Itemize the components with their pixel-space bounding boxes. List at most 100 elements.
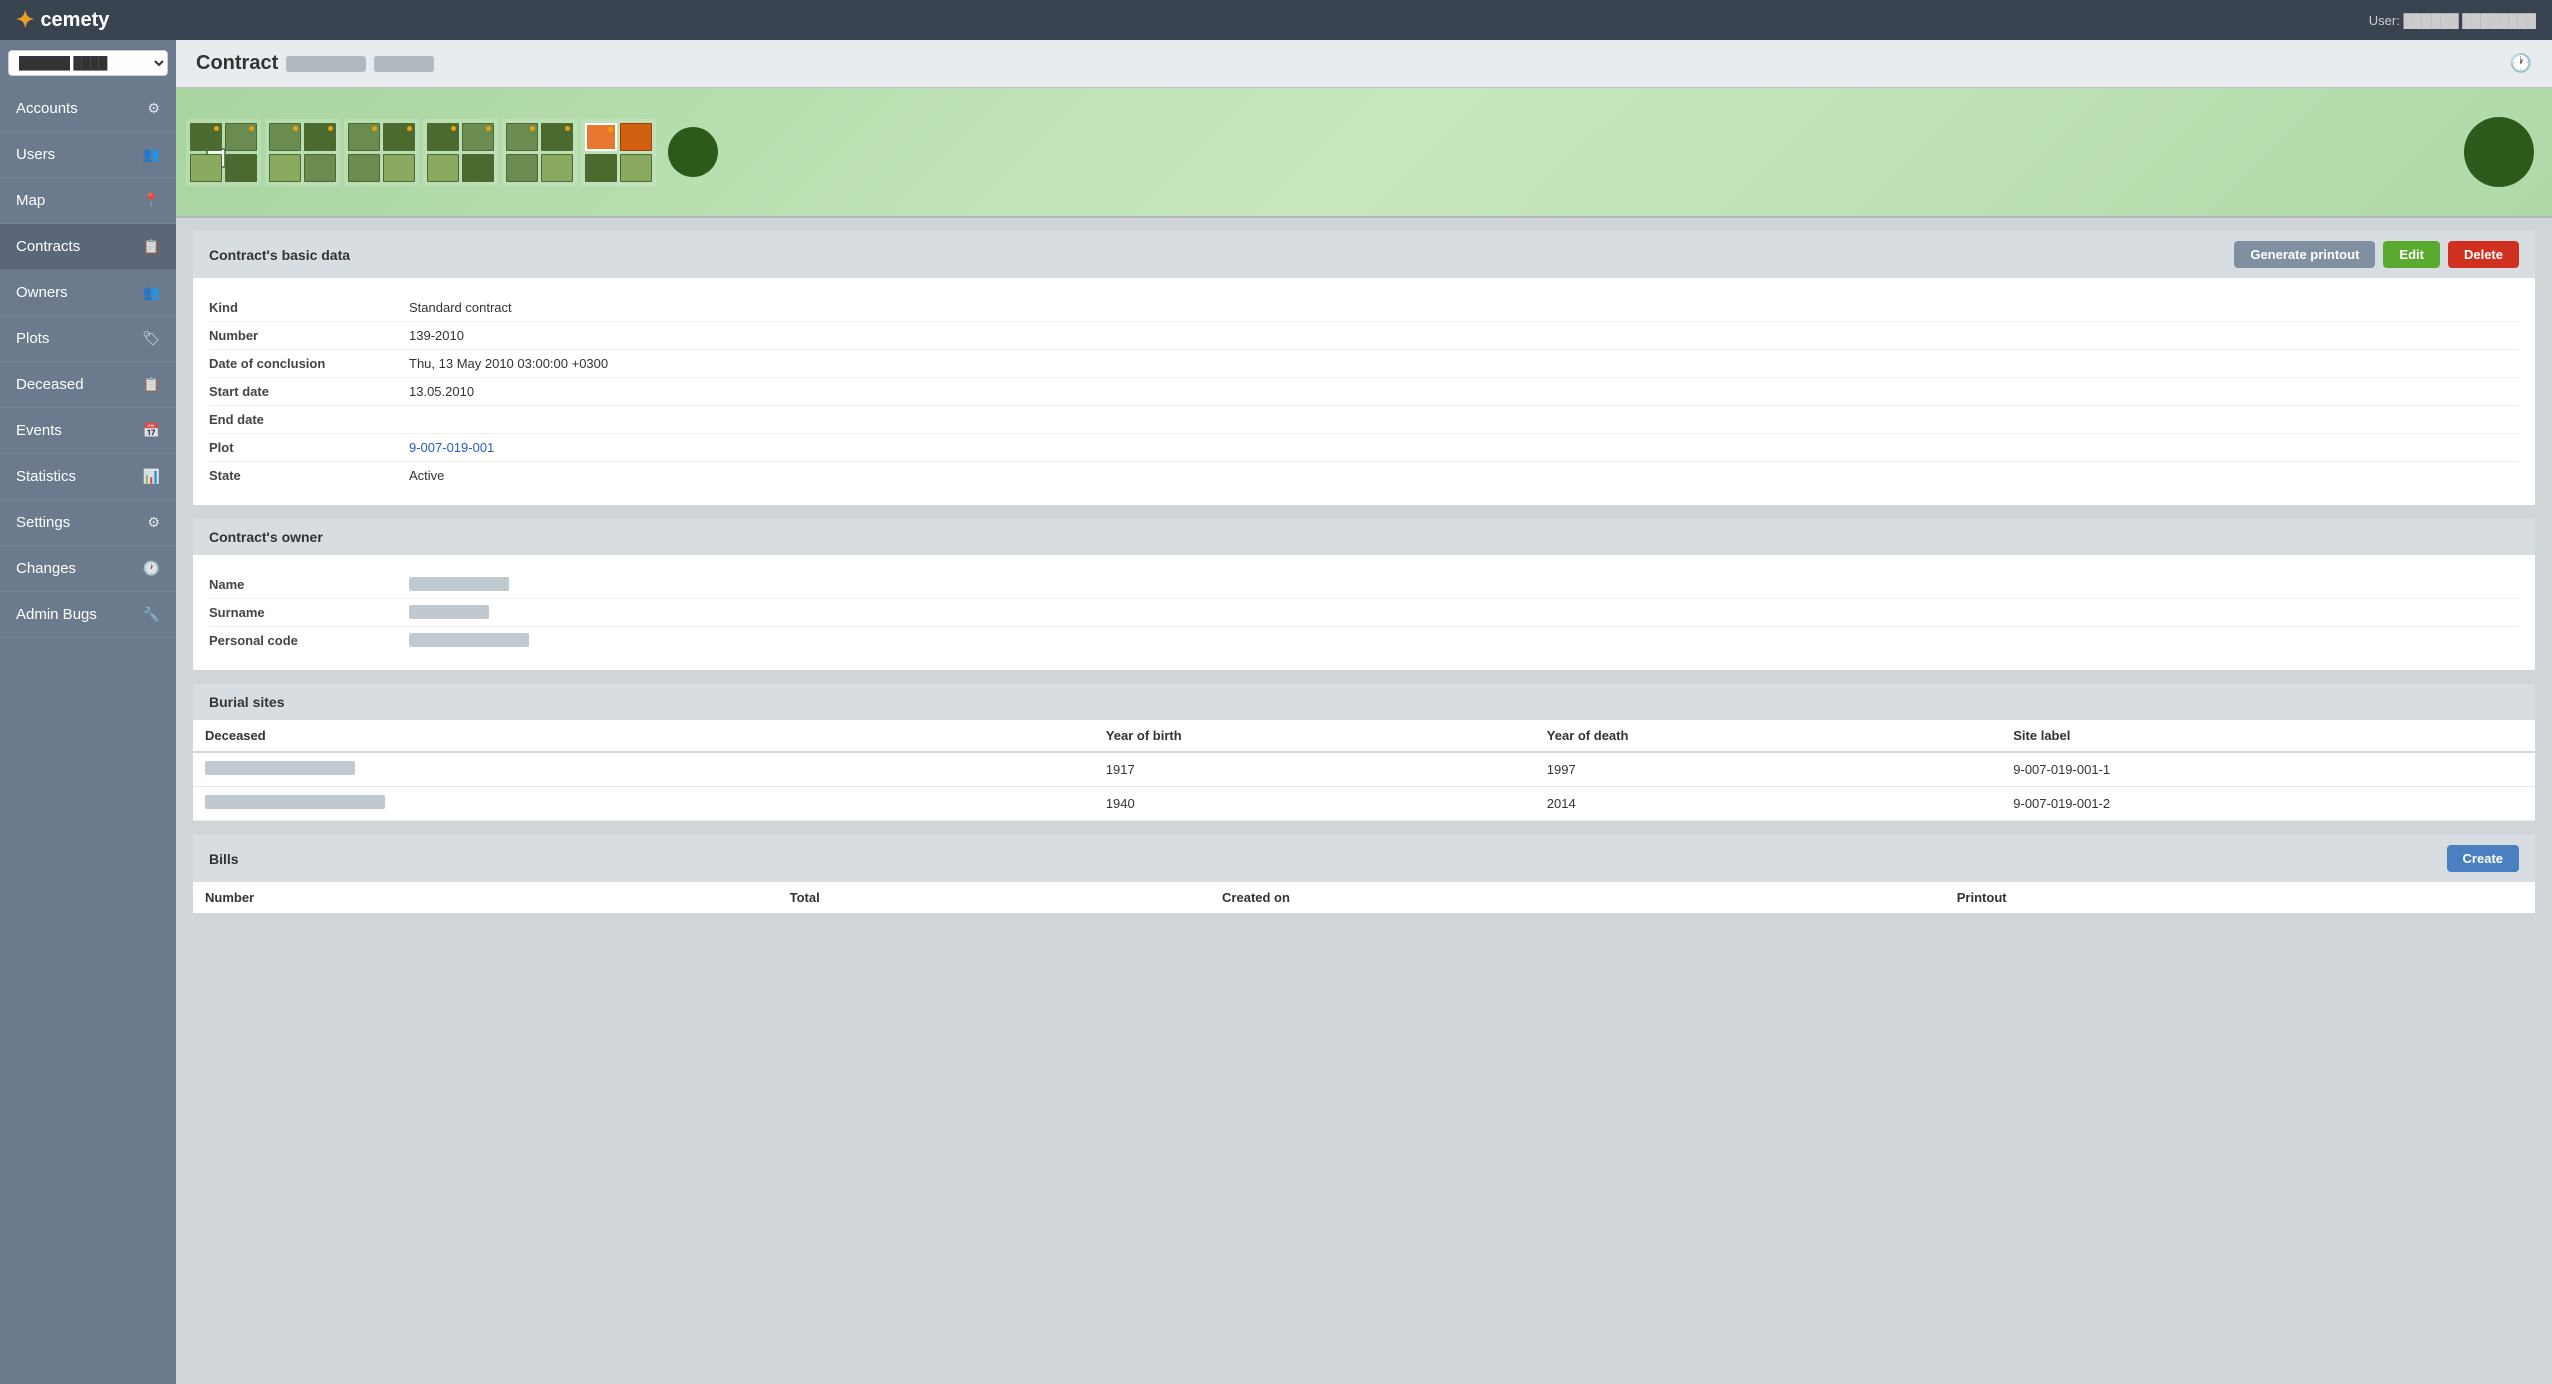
settings-icon: ⚙ (147, 514, 160, 531)
col-bill-printout: Printout (1945, 882, 2535, 914)
bills-table: Number Total Created on Printout (193, 882, 2535, 915)
sidebar-label-users: Users (16, 146, 55, 163)
bills-card: Bills Create Number Total Created on Pri… (192, 834, 2536, 916)
tree-shape-2 (2464, 117, 2534, 187)
page-title-text: Contract (196, 52, 278, 75)
logo: ✦ cemety (16, 7, 109, 33)
field-date-conclusion: Date of conclusion Thu, 13 May 2010 03:0… (209, 350, 2519, 378)
account-selector[interactable]: ██████ ████ (8, 50, 168, 76)
sidebar-item-accounts[interactable]: Accounts ⚙ (0, 86, 176, 132)
burial-sites-card: Burial sites Deceased Year of birth Year… (192, 683, 2536, 822)
clock-icon[interactable]: 🕐 (2510, 53, 2532, 74)
field-end-date: End date (209, 406, 2519, 434)
contract-owner-body: Name Surname Personal code (193, 555, 2535, 670)
plot-cell (190, 154, 222, 182)
user-label: User: (2369, 13, 2400, 28)
sidebar-item-map[interactable]: Map 📍 (0, 178, 176, 224)
sidebar-item-statistics[interactable]: Statistics 📊 (0, 454, 176, 500)
tree-shape-1 (668, 127, 718, 177)
content-area: Contract 🕐 (176, 40, 2552, 1384)
map-strip (176, 88, 2552, 218)
plot-cell-selected (585, 123, 617, 151)
sidebar-item-contracts[interactable]: Contracts 📋 (0, 224, 176, 270)
burial-sites-table: Deceased Year of birth Year of death Sit… (193, 720, 2535, 821)
sidebar-label-map: Map (16, 192, 45, 209)
generate-printout-button[interactable]: Generate printout (2234, 241, 2375, 268)
changes-icon: 🕐 (143, 560, 160, 577)
burial-sites-body: Deceased Year of birth Year of death Sit… (193, 720, 2535, 821)
field-plot: Plot 9-007-019-001 (209, 434, 2519, 462)
edit-button[interactable]: Edit (2383, 241, 2440, 268)
sidebar-item-users[interactable]: Users 👥 (0, 132, 176, 178)
sidebar-item-plots[interactable]: Plots 🏷 (0, 316, 176, 362)
sidebar-item-changes[interactable]: Changes 🕐 (0, 546, 176, 592)
user-info: User: ██████ ████████ (2369, 13, 2536, 28)
contract-owner-table: Name Surname Personal code (209, 571, 2519, 654)
col-bill-total: Total (778, 882, 1210, 914)
field-kind: Kind Standard contract (209, 294, 2519, 322)
sidebar-label-statistics: Statistics (16, 468, 76, 485)
cell-year-birth-1: 1917 (1094, 752, 1535, 787)
sidebar-label-deceased: Deceased (16, 376, 84, 393)
cell-year-death-2: 2014 (1535, 787, 2001, 821)
contract-basic-table: Kind Standard contract Number 139-2010 D… (209, 294, 2519, 489)
events-icon: 📅 (143, 422, 160, 439)
bills-header-actions: Create (2447, 845, 2519, 872)
bills-header: Bills Create (193, 835, 2535, 882)
sidebar-item-settings[interactable]: Settings ⚙ (0, 500, 176, 546)
sidebar-label-accounts: Accounts (16, 100, 78, 117)
page-title: Contract (196, 52, 434, 75)
plots-icon: 🏷 (142, 330, 160, 347)
contract-basic-body: Kind Standard contract Number 139-2010 D… (193, 278, 2535, 505)
field-state: State Active (209, 462, 2519, 489)
bills-title: Bills (209, 851, 239, 867)
contracts-icon: 📋 (143, 238, 160, 255)
plot-cell (348, 154, 380, 182)
gear-icon: ⚙ (147, 100, 160, 117)
plot-cell (225, 154, 257, 182)
plot-cell (585, 154, 617, 182)
field-personal-code: Personal code (209, 627, 2519, 654)
sidebar-item-events[interactable]: Events 📅 (0, 408, 176, 454)
plot-group-5 (502, 119, 577, 186)
plot-cell (190, 123, 222, 151)
page-header: Contract 🕐 (176, 40, 2552, 88)
logo-icon: ✦ (16, 7, 34, 33)
deceased-2-redacted (205, 795, 385, 809)
personal-code-redacted (409, 633, 529, 647)
plot-cell (427, 123, 459, 151)
plot-cell (620, 123, 652, 151)
col-deceased: Deceased (193, 720, 1094, 752)
sidebar-item-deceased[interactable]: Deceased 📋 (0, 362, 176, 408)
owners-icon: 👥 (143, 284, 160, 301)
field-start-date: Start date 13.05.2010 (209, 378, 2519, 406)
plot-group-2 (265, 119, 340, 186)
sidebar-item-owners[interactable]: Owners 👥 (0, 270, 176, 316)
sidebar-label-settings: Settings (16, 514, 70, 531)
field-name: Name (209, 571, 2519, 599)
map-pin-icon: 📍 (143, 192, 160, 209)
plot-cell (620, 154, 652, 182)
sidebar-label-changes: Changes (16, 560, 76, 577)
plot-cell (462, 154, 494, 182)
main-layout: ██████ ████ Accounts ⚙ Users 👥 Map 📍 Con… (0, 40, 2552, 1384)
plot-cell (225, 123, 257, 151)
table-row[interactable]: 1940 2014 9-007-019-001-2 (193, 787, 2535, 821)
plot-cell (506, 154, 538, 182)
cell-site-label-1: 9-007-019-001-1 (2001, 752, 2535, 787)
col-year-birth: Year of birth (1094, 720, 1535, 752)
surname-redacted (409, 605, 489, 619)
create-bill-button[interactable]: Create (2447, 845, 2519, 872)
app-name: cemety (40, 9, 109, 32)
plot-cell (269, 123, 301, 151)
plot-group-3 (344, 119, 419, 186)
top-header: ✦ cemety User: ██████ ████████ (0, 0, 2552, 40)
bills-header-row: Number Total Created on Printout (193, 882, 2535, 914)
delete-button[interactable]: Delete (2448, 241, 2519, 268)
sidebar-item-admin-bugs[interactable]: Admin Bugs 🔧 (0, 592, 176, 638)
plot-cell (383, 123, 415, 151)
plot-cell (427, 154, 459, 182)
table-row[interactable]: 1917 1997 9-007-019-001-1 (193, 752, 2535, 787)
contract-basic-card: Contract's basic data Generate printout … (192, 230, 2536, 506)
burial-sites-title: Burial sites (209, 694, 284, 710)
